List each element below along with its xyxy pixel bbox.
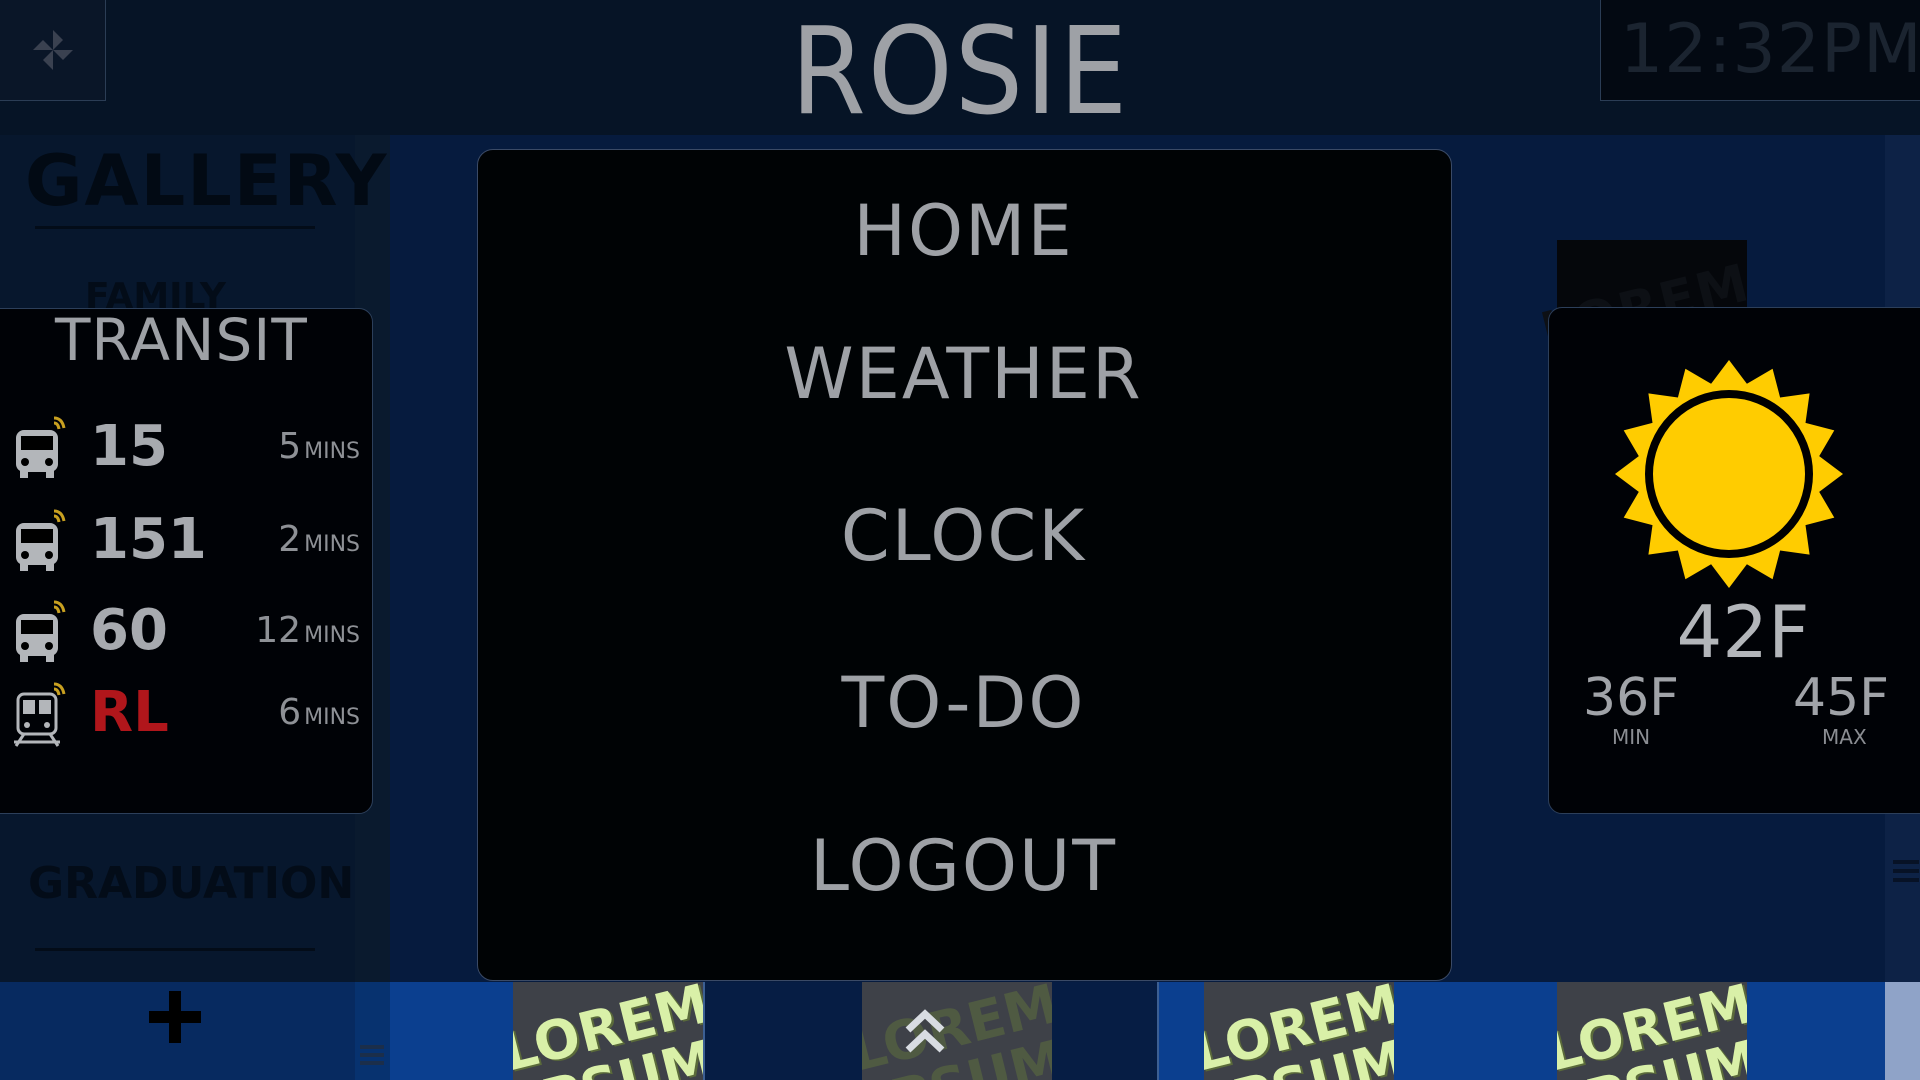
gallery-divider <box>35 948 315 951</box>
sun-icon <box>1615 360 1843 588</box>
transit-title: TRANSIT <box>55 306 308 374</box>
min-temperature: 36F <box>1583 668 1680 728</box>
drag-handle-icon[interactable] <box>1893 860 1919 887</box>
drag-handle-icon[interactable] <box>360 1045 384 1069</box>
current-temperature: 42F <box>1676 590 1810 674</box>
gallery-section-graduation[interactable]: GRADUATION <box>28 858 354 909</box>
bottom-thumbnail[interactable]: LOREM IPSUM <box>1204 982 1394 1080</box>
menu-item-todo[interactable]: TO-DO <box>477 662 1450 744</box>
max-label: MAX <box>1822 725 1867 749</box>
min-label: MIN <box>1612 725 1651 749</box>
bottom-thumbnail[interactable]: LOREM IPSUM <box>862 982 1052 1080</box>
bus-icon <box>16 416 66 478</box>
bottom-thumbnail[interactable]: LOREM IPSUM <box>1557 982 1747 1080</box>
menu-item-home[interactable]: HOME <box>477 190 1450 272</box>
bus-icon <box>16 600 66 662</box>
bottom-bar-end <box>1885 982 1920 1080</box>
bus-icon <box>16 509 66 571</box>
menu-item-clock[interactable]: CLOCK <box>477 495 1450 577</box>
bottom-thumbnail[interactable]: LOREM IPSUM <box>513 982 703 1080</box>
transit-route[interactable]: 60 12 MINS <box>10 596 360 666</box>
menu-item-logout[interactable]: LOGOUT <box>477 825 1450 907</box>
transit-route[interactable]: 15 5 MINS <box>10 412 360 482</box>
gallery-divider <box>35 226 315 229</box>
clock-time: 12:32PM <box>1620 10 1920 89</box>
menu-item-weather[interactable]: WEATHER <box>477 333 1450 415</box>
gallery-title: GALLERY <box>25 140 389 222</box>
chevron-up-icon[interactable] <box>900 1008 950 1058</box>
transit-route[interactable]: RL 6 MINS <box>10 678 360 748</box>
plus-icon[interactable] <box>145 987 205 1047</box>
transit-route[interactable]: 151 2 MINS <box>10 505 360 575</box>
max-temperature: 45F <box>1793 668 1890 728</box>
train-icon <box>14 682 66 747</box>
